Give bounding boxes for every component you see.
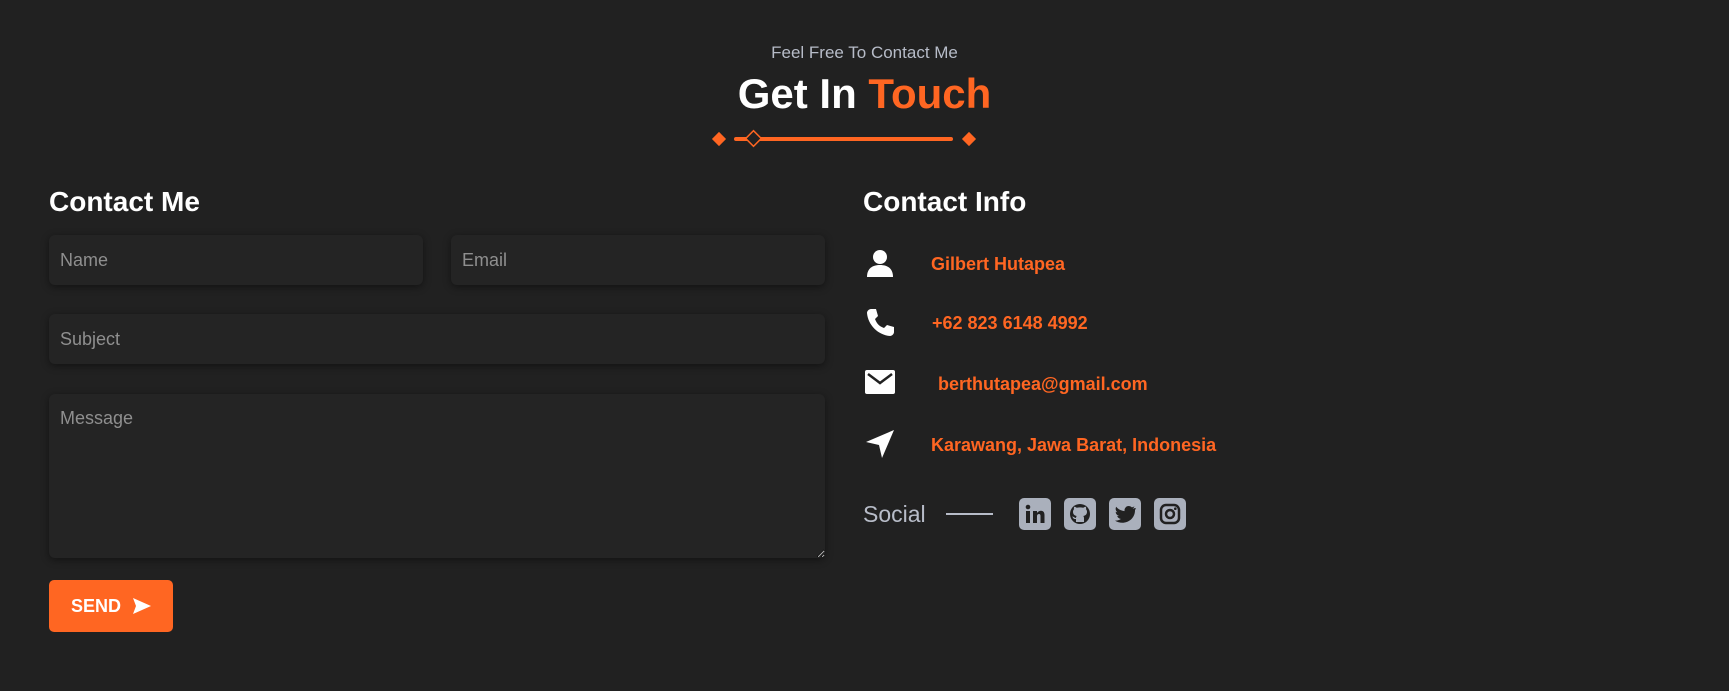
info-row-email xyxy=(863,365,897,399)
message-textarea[interactable] xyxy=(49,394,825,558)
info-row-name xyxy=(863,246,897,280)
social-divider xyxy=(946,513,993,515)
subject-input[interactable] xyxy=(49,314,825,364)
social-label: Social xyxy=(863,501,926,527)
info-location: Karawang, Jawa Barat, Indonesia xyxy=(931,435,1217,455)
info-row-phone xyxy=(863,305,897,339)
navigation-arrow-icon xyxy=(863,427,897,461)
info-name: Gilbert Hutapea xyxy=(931,254,1066,274)
phone-icon xyxy=(863,305,897,339)
contact-info-heading: Contact Info xyxy=(863,186,1027,217)
name-input[interactable] xyxy=(49,235,423,285)
section-title: Get In Touch xyxy=(0,70,1729,118)
mail-icon xyxy=(863,365,897,399)
linkedin-icon[interactable] xyxy=(1019,498,1051,530)
user-icon xyxy=(863,246,897,280)
contact-form-heading: Contact Me xyxy=(49,186,200,217)
twitter-icon[interactable] xyxy=(1109,498,1141,530)
info-email[interactable]: berthutapea@gmail.com xyxy=(938,374,1148,395)
section-subtitle: Feel Free To Contact Me xyxy=(771,43,958,62)
info-row-location xyxy=(863,427,897,461)
instagram-icon[interactable] xyxy=(1154,498,1186,530)
email-input[interactable] xyxy=(451,235,825,285)
send-icon xyxy=(133,598,151,614)
title-divider-icon xyxy=(711,129,977,148)
github-icon[interactable] xyxy=(1064,498,1096,530)
title-main: Get In xyxy=(737,70,857,117)
info-phone[interactable]: +62 823 6148 4992 xyxy=(932,313,1088,334)
send-button[interactable]: SEND xyxy=(49,580,173,632)
send-button-label: SEND xyxy=(70,595,121,616)
title-accent: Touch xyxy=(868,70,992,117)
